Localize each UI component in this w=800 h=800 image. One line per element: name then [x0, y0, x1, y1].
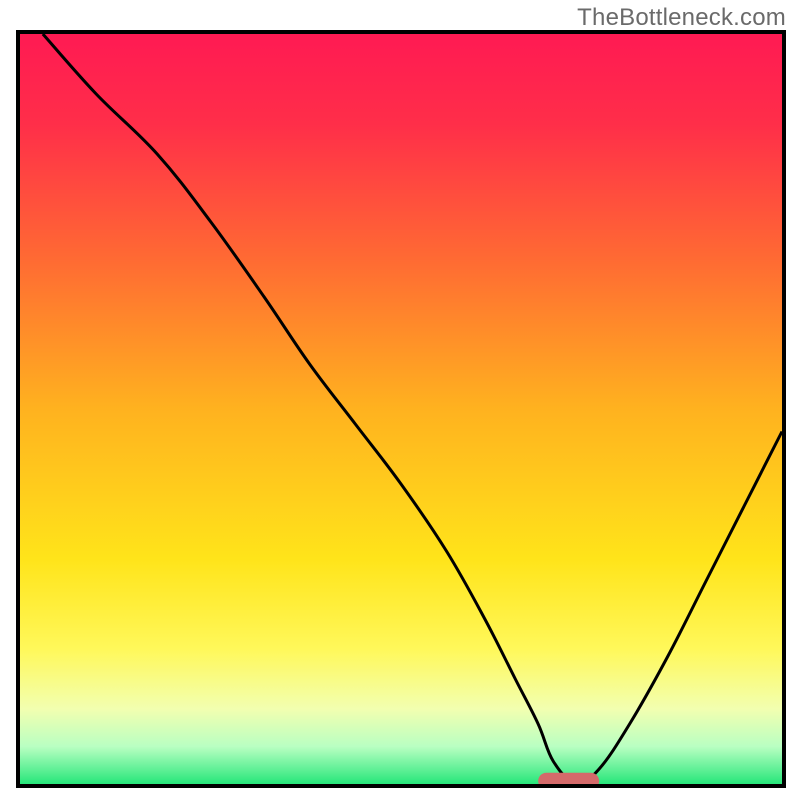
- marker-layer: [20, 34, 782, 784]
- chart-frame: TheBottleneck.com: [0, 0, 800, 800]
- optimal-range-marker: [538, 773, 599, 784]
- plot-area: [20, 34, 782, 784]
- plot-border: [16, 30, 786, 788]
- watermark-text: TheBottleneck.com: [577, 4, 786, 32]
